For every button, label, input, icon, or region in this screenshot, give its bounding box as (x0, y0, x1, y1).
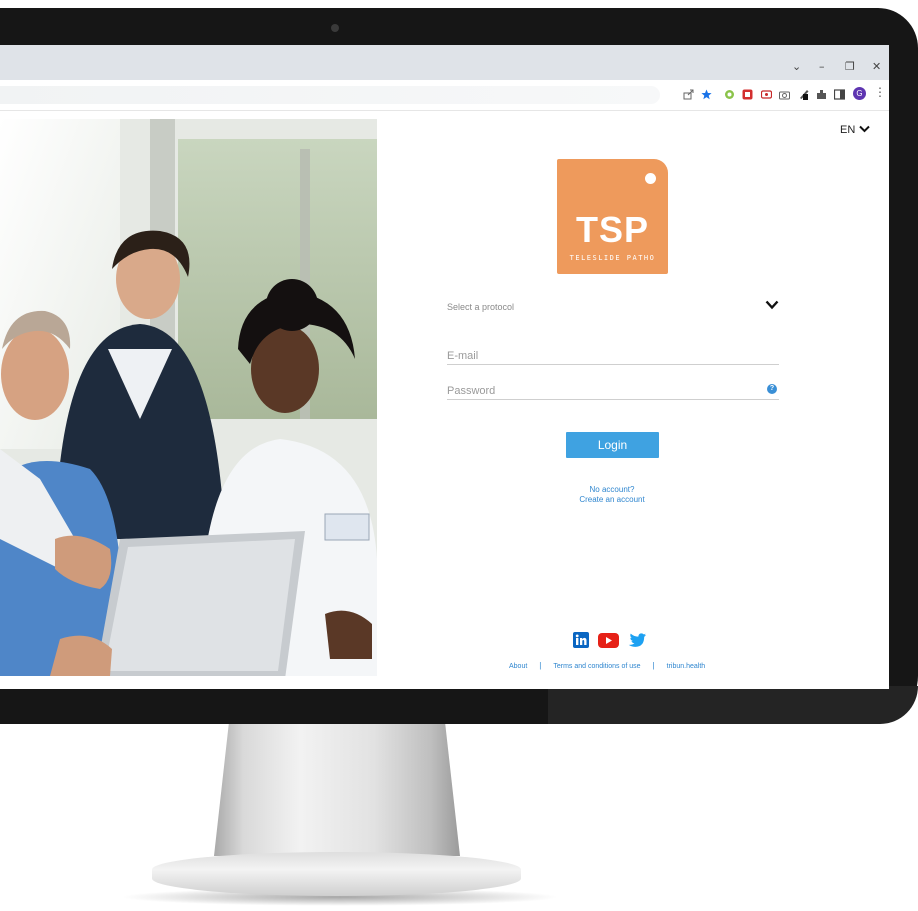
tsp-logo: TSP TELESLIDE PATHO (557, 159, 668, 274)
website-link[interactable]: tribun.health (667, 663, 706, 670)
social-links (573, 632, 646, 653)
logo-text: TSP (575, 209, 649, 250)
extension-icon[interactable] (724, 88, 735, 100)
no-account-text[interactable]: No account? (527, 485, 697, 495)
logo-dot (645, 173, 656, 184)
password-field[interactable] (447, 383, 747, 399)
browser-toolbar: G ⋮ (0, 80, 889, 111)
signup-block: No account? Create an account (527, 485, 697, 505)
web-page: EN TSP TELESLIDE PATHO Select a protocol (0, 119, 889, 689)
chevron-down-icon (859, 124, 870, 136)
protocol-placeholder: Select a protocol (447, 302, 515, 312)
chevron-down-icon (765, 297, 779, 315)
language-code: EN (840, 124, 856, 136)
terms-link[interactable]: Terms and conditions of use (553, 663, 640, 670)
footer-divider: | (652, 661, 655, 670)
about-link[interactable]: About (509, 663, 527, 670)
address-bar[interactable] (0, 86, 660, 104)
browser-menu-icon[interactable]: ⋮ (874, 85, 886, 99)
extension-icon[interactable] (742, 88, 753, 100)
logo-subtitle: TELESLIDE PATHO (569, 254, 656, 262)
email-field[interactable] (447, 348, 747, 364)
screen-recorder-icon[interactable] (761, 88, 772, 100)
monitor-stand-neck (214, 724, 460, 856)
tab-search-icon[interactable]: ⌄ (792, 60, 801, 73)
browser-titlebar: ⌄ – ❐ ✕ (0, 45, 889, 80)
linkedin-icon[interactable] (573, 632, 589, 653)
footer-divider: | (539, 661, 542, 670)
create-account-link[interactable]: Create an account (527, 495, 697, 505)
minimize-icon[interactable]: – (819, 60, 825, 73)
twitter-icon[interactable] (628, 632, 646, 653)
email-field-wrapper (447, 346, 779, 365)
bezel-highlight (548, 686, 918, 724)
monitor-screen: ⌄ – ❐ ✕ G ⋮ EN TSP TELESLIDE PATHO Selec… (0, 45, 889, 689)
login-panel: EN TSP TELESLIDE PATHO Select a protocol (377, 119, 889, 689)
language-selector[interactable]: EN (840, 124, 870, 136)
footer-links: About | Terms and conditions of use | tribun… (509, 661, 705, 670)
bookmark-star-icon[interactable] (701, 88, 712, 100)
password-field-wrapper: ? (447, 381, 779, 400)
profile-avatar[interactable]: G (853, 87, 866, 100)
help-icon[interactable]: ? (767, 384, 777, 394)
protocol-select[interactable]: Select a protocol (447, 289, 779, 319)
hero-photo (0, 119, 377, 676)
share-icon[interactable] (683, 88, 694, 100)
camera-icon[interactable] (779, 88, 790, 100)
webcam (331, 24, 339, 32)
pen-icon[interactable] (798, 88, 810, 100)
close-icon[interactable]: ✕ (872, 60, 881, 73)
login-button[interactable]: Login (566, 432, 659, 458)
monitor-stand-base (152, 852, 521, 896)
youtube-icon[interactable] (598, 632, 619, 653)
side-panel-icon[interactable] (834, 88, 845, 100)
extensions-puzzle-icon[interactable] (816, 88, 827, 100)
restore-icon[interactable]: ❐ (845, 60, 855, 73)
